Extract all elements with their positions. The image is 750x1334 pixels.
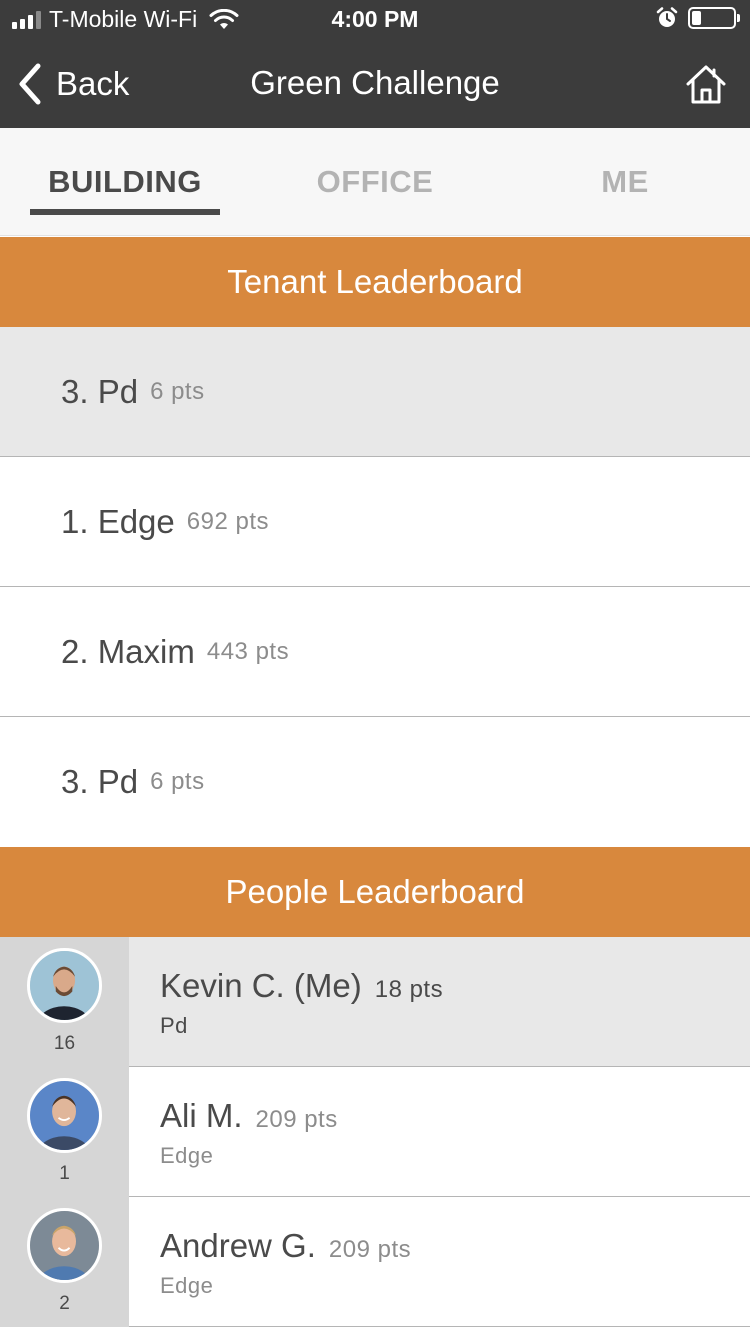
rank-column: 16 [0,937,129,1067]
tenant-points: 6 pts [150,377,205,405]
tenant-row-my-tenant[interactable]: 3. Pd 6 pts [0,327,750,457]
tab-bar: BUILDING OFFICE ME [0,128,750,236]
home-button[interactable] [684,62,728,106]
person-row-me[interactable]: 16 Kevin C. (Me) 18 pts Pd [0,937,750,1067]
tenant-row[interactable]: 2. Maxim 443 pts [0,587,750,717]
person-name: Ali M. [160,1097,243,1134]
tab-me[interactable]: ME [530,128,720,236]
avatar [27,1208,102,1283]
people-leaderboard-header: People Leaderboard [0,847,750,937]
status-bar: T-Mobile Wi-Fi 4:00 PM [0,0,750,40]
status-time: 4:00 PM [331,6,419,32]
person-row[interactable]: 1 Ali M. 209 pts Edge [0,1067,750,1197]
nav-bar: Back Green Challenge [0,40,750,128]
rank-column: 2 [0,1197,129,1327]
tab-building[interactable]: BUILDING [30,128,220,236]
rank-number: 16 [53,1033,76,1054]
person-info: Kevin C. (Me) 18 pts Pd [160,967,443,1039]
tenant-row[interactable]: 1. Edge 692 pts [0,457,750,587]
status-right [656,7,740,29]
tenant-name: 3. Pd [61,372,139,410]
tenant-name: 3. Pd [61,763,139,800]
tenant-name: 2. Maxim [61,632,195,670]
rank-number: 1 [59,1163,70,1184]
person-name: Andrew G. [160,1227,316,1264]
home-icon [686,65,726,104]
tenant-points: 692 pts [186,507,269,535]
person-points: 209 pts [255,1106,338,1133]
tenant-leaderboard-header: Tenant Leaderboard [0,237,750,327]
active-tab-indicator [30,209,220,215]
person-tenant: Edge [160,1143,214,1168]
person-info: Andrew G. 209 pts Edge [160,1227,411,1299]
rank-number: 2 [59,1293,70,1314]
person-row[interactable]: 2 Andrew G. 209 pts Edge [0,1197,750,1327]
avatar [27,1078,102,1153]
tenant-points: 6 pts [150,768,205,795]
tenant-points: 443 pts [206,637,290,665]
rank-column: 1 [0,1067,129,1197]
tenant-row[interactable]: 3. Pd 6 pts [0,717,750,847]
person-points: 18 pts [374,976,444,1003]
person-tenant: Edge [160,1273,214,1298]
avatar [27,948,102,1023]
person-tenant: Pd [160,1013,188,1038]
battery-icon [688,7,740,29]
alarm-icon [656,7,678,29]
person-points: 209 pts [328,1236,412,1263]
page-title: Green Challenge [250,64,500,101]
person-name: Kevin C. (Me) [160,967,362,1004]
person-info: Ali M. 209 pts Edge [160,1097,338,1169]
tab-office[interactable]: OFFICE [280,128,470,236]
tenant-name: 1. Edge [61,502,175,540]
